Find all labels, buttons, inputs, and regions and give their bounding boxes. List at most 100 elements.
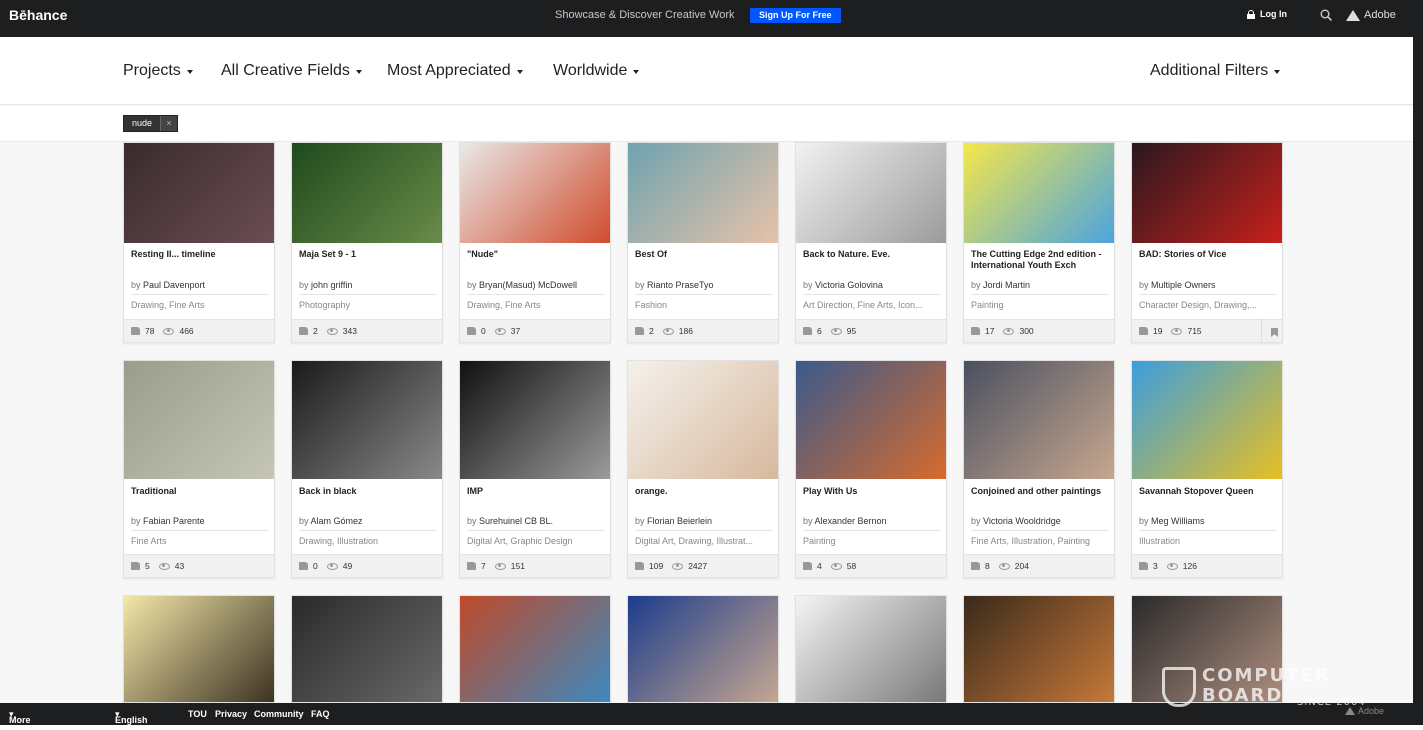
owner-name[interactable]: john griffin [311, 280, 352, 290]
project-card[interactable]: "Nude" by Bryan(Masud) McDowell Drawing, F… [459, 142, 611, 343]
project-owner[interactable]: by Alexander Bernon [803, 516, 941, 531]
project-fields[interactable]: Art Direction, Fine Arts, Icon... [803, 300, 943, 310]
project-thumbnail[interactable] [628, 596, 778, 702]
project-title[interactable]: Maja Set 9 - 1 [299, 249, 439, 260]
login-link[interactable]: Log In [1247, 9, 1287, 19]
project-thumbnail[interactable] [628, 143, 778, 243]
project-title[interactable]: "Nude" [467, 249, 607, 260]
project-card[interactable]: Best Of by Rianto PraseTyo Fashion 2 186 [627, 142, 779, 343]
project-thumbnail[interactable] [796, 596, 946, 702]
project-card[interactable] [459, 595, 611, 703]
privacy-link[interactable]: Privacy [215, 709, 247, 719]
project-card[interactable]: Savannah Stopover Queen by Meg Williams Il… [1131, 360, 1283, 578]
project-card[interactable]: Back in black by Alam Gómez Drawing, Illus… [291, 360, 443, 578]
project-card[interactable]: Conjoined and other paintings by Victoria… [963, 360, 1115, 578]
project-thumbnail[interactable] [460, 596, 610, 702]
owner-name[interactable]: Fabian Parente [143, 516, 205, 526]
project-owner[interactable]: by Victoria Golovina [803, 280, 941, 295]
owner-name[interactable]: Surehuinel CB BL. [479, 516, 553, 526]
project-card[interactable]: Play With Us by Alexander Bernon Painting 4… [795, 360, 947, 578]
project-fields[interactable]: Painting [971, 300, 1111, 310]
owner-name[interactable]: Rianto PraseTyo [647, 280, 714, 290]
project-owner[interactable]: by john griffin [299, 280, 437, 295]
owner-name[interactable]: Alexander Bernon [815, 516, 887, 526]
more-behance-link[interactable]: More Behance ▾ [9, 709, 47, 730]
language-select[interactable]: English ▾ [115, 709, 148, 725]
project-fields[interactable]: Fine Arts, Illustration, Painting [971, 536, 1111, 546]
project-card[interactable]: The Cutting Edge 2nd edition - Internati… [963, 142, 1115, 343]
project-title[interactable]: Traditional [131, 486, 271, 497]
project-owner[interactable]: by Multiple Owners [1139, 280, 1277, 295]
project-fields[interactable]: Character Design, Drawing,... [1139, 300, 1279, 310]
project-title[interactable]: BAD: Stories of Vice [1139, 249, 1279, 260]
project-owner[interactable]: by Florian Beierlein [635, 516, 773, 531]
owner-name[interactable]: Meg Williams [1151, 516, 1205, 526]
project-fields[interactable]: Photography [299, 300, 439, 310]
project-title[interactable]: orange. [635, 486, 775, 497]
project-thumbnail[interactable] [124, 596, 274, 702]
project-owner[interactable]: by Jordi Martin [971, 280, 1109, 295]
project-thumbnail[interactable] [460, 361, 610, 479]
owner-name[interactable]: Bryan(Masud) McDowell [479, 280, 577, 290]
project-fields[interactable]: Drawing, Fine Arts [467, 300, 607, 310]
faq-link[interactable]: FAQ [311, 709, 330, 719]
project-thumbnail[interactable] [292, 361, 442, 479]
project-thumbnail[interactable] [796, 361, 946, 479]
project-title[interactable]: The Cutting Edge 2nd edition - Internati… [971, 249, 1111, 271]
project-card[interactable]: Traditional by Fabian Parente Fine Arts 5 43 [123, 360, 275, 578]
project-title[interactable]: Resting II... timeline [131, 249, 271, 260]
search-icon[interactable] [1320, 9, 1332, 21]
project-title[interactable]: Conjoined and other paintings [971, 486, 1111, 497]
owner-name[interactable]: Multiple Owners [1151, 280, 1216, 290]
project-fields[interactable]: Illustration [1139, 536, 1279, 546]
project-fields[interactable]: Digital Art, Drawing, Illustrat... [635, 536, 775, 546]
owner-name[interactable]: Florian Beierlein [647, 516, 712, 526]
community-link[interactable]: Community [254, 709, 304, 719]
project-thumbnail[interactable] [460, 143, 610, 243]
project-thumbnail[interactable] [1132, 361, 1282, 479]
project-card[interactable]: Maja Set 9 - 1 by john griffin Photography… [291, 142, 443, 343]
project-owner[interactable]: by Alam Gómez [299, 516, 437, 531]
project-thumbnail[interactable] [796, 143, 946, 243]
owner-name[interactable]: Paul Davenport [143, 280, 205, 290]
project-thumbnail[interactable] [1132, 143, 1282, 243]
project-thumbnail[interactable] [964, 596, 1114, 702]
project-card[interactable] [963, 595, 1115, 703]
project-thumbnail[interactable] [124, 143, 274, 243]
owner-name[interactable]: Jordi Martin [983, 280, 1030, 290]
project-card[interactable]: Back to Nature. Eve. by Victoria Golovina… [795, 142, 947, 343]
project-thumbnail[interactable] [292, 596, 442, 702]
additional-filters-dropdown[interactable]: Additional Filters [1150, 62, 1281, 80]
project-card[interactable]: BAD: Stories of Vice by Multiple Owners Ch… [1131, 142, 1283, 343]
location-dropdown[interactable]: Worldwide [553, 62, 640, 80]
project-fields[interactable]: Painting [803, 536, 943, 546]
project-owner[interactable]: by Fabian Parente [131, 516, 269, 531]
project-fields[interactable]: Digital Art, Graphic Design [467, 536, 607, 546]
project-owner[interactable]: by Paul Davenport [131, 280, 269, 295]
project-card[interactable] [627, 595, 779, 703]
project-title[interactable]: Best Of [635, 249, 775, 260]
projects-dropdown[interactable]: Projects [123, 62, 193, 80]
bookmark-icon[interactable] [1271, 328, 1278, 337]
project-thumbnail[interactable] [964, 143, 1114, 243]
project-owner[interactable]: by Rianto PraseTyo [635, 280, 773, 295]
project-card[interactable]: orange. by Florian Beierlein Digital Art, … [627, 360, 779, 578]
project-title[interactable]: Back in black [299, 486, 439, 497]
tou-link[interactable]: TOU [188, 709, 207, 719]
project-owner[interactable]: by Meg Williams [1139, 516, 1277, 531]
signup-button[interactable]: Sign Up For Free [750, 8, 841, 23]
project-thumbnail[interactable] [628, 361, 778, 479]
project-thumbnail[interactable] [964, 361, 1114, 479]
behance-logo[interactable]: Bēhance [9, 7, 67, 23]
project-title[interactable]: Play With Us [803, 486, 943, 497]
project-card[interactable] [123, 595, 275, 703]
project-owner[interactable]: by Victoria Wooldridge [971, 516, 1109, 531]
project-thumbnail[interactable] [292, 143, 442, 243]
project-fields[interactable]: Drawing, Illustration [299, 536, 439, 546]
owner-name[interactable]: Victoria Wooldridge [983, 516, 1061, 526]
project-card[interactable]: Resting II... timeline by Paul Davenport D… [123, 142, 275, 343]
adobe-link[interactable]: Adobe [1346, 9, 1396, 21]
project-title[interactable]: Savannah Stopover Queen [1139, 486, 1279, 497]
owner-name[interactable]: Alam Gómez [311, 516, 363, 526]
project-title[interactable]: Back to Nature. Eve. [803, 249, 943, 260]
